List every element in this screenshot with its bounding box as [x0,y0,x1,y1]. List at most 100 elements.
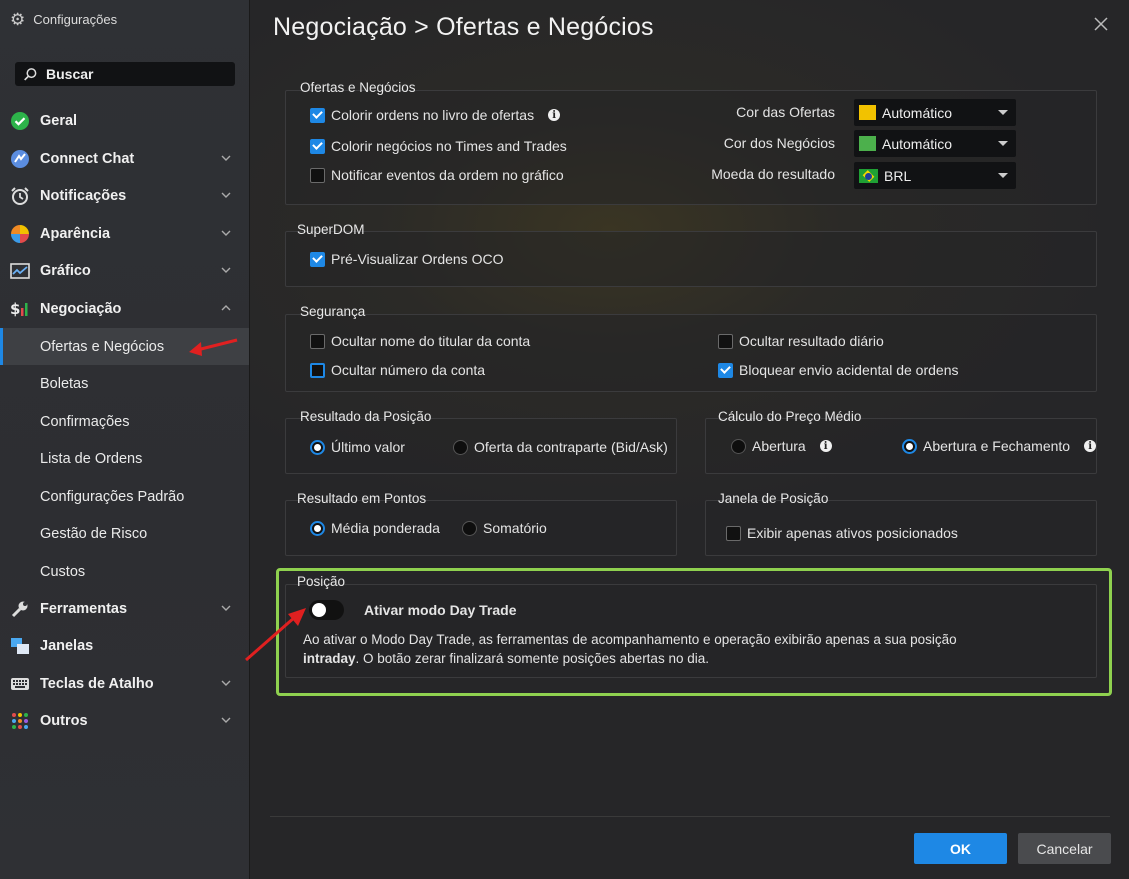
checkbox-label: Pré-Visualizar Ordens OCO [331,251,504,267]
select-value: Automático [882,135,953,152]
sidebar-subitem-gestao-risco[interactable]: Gestão de Risco [0,515,249,552]
cancel-button[interactable]: Cancelar [1018,833,1111,864]
sidebar-item-ferramentas[interactable]: Ferramentas [0,590,249,627]
chevron-down-icon [221,155,231,161]
dollar-bars-icon: $ [10,299,30,319]
checkbox-ocultar-resultado[interactable]: Ocultar resultado diário [718,333,884,349]
radio-ultimo-valor[interactable]: Último valor [310,439,405,455]
radio-abertura[interactable]: Abertura i [731,438,832,454]
checkbox-bloquear-envio[interactable]: Bloquear envio acidental de ordens [718,362,959,378]
chevron-down-icon [221,230,231,236]
sidebar-subitem-custos[interactable]: Custos [0,553,249,590]
radio-somatorio[interactable]: Somatório [462,520,547,536]
field-label: Moeda do resultado [711,166,835,182]
sidebar-item-geral[interactable]: Geral [0,102,249,139]
chevron-down-icon [221,717,231,723]
sidebar-subitem-boletas[interactable]: Boletas [0,365,249,402]
sidebar-item-grafico[interactable]: Gráfico [0,252,249,289]
search-input[interactable]: Buscar [15,62,235,86]
sidebar-item-teclas-atalho[interactable]: Teclas de Atalho [0,665,249,702]
group-seguranca [285,314,1097,392]
close-icon[interactable] [1093,16,1109,32]
brazil-flag-icon [859,168,878,183]
radio-label: Abertura e Fechamento [923,438,1071,454]
radio[interactable] [731,438,746,454]
checkbox-colorir-negocios[interactable]: Colorir negócios no Times and Trades [310,138,567,154]
checkbox[interactable] [718,362,733,378]
subitem-label: Confirmações [40,413,130,430]
sidebar-item-label: Gráfico [40,262,91,279]
checkbox-label: Colorir negócios no Times and Trades [331,138,567,154]
wrench-icon [10,599,30,619]
checkbox[interactable] [310,251,325,267]
chevron-down-icon [221,267,231,273]
ok-button[interactable]: OK [914,833,1007,864]
radio[interactable] [310,520,325,536]
group-title: Janela de Posição [718,491,829,506]
group-title: Resultado da Posição [300,409,432,424]
group-title: Segurança [300,304,366,319]
checkbox[interactable] [310,107,325,123]
grid-dots-icon [10,711,30,731]
info-icon[interactable]: i [819,440,832,452]
checkbox[interactable] [310,333,325,349]
toggle-day-trade[interactable] [309,600,344,620]
checkbox[interactable] [310,167,325,183]
dropdown-arrow-icon [998,141,1008,146]
field-label: Cor das Ofertas [736,104,835,120]
group-title: Resultado em Pontos [297,491,427,506]
sidebar-item-negociacao[interactable]: $ Negociação [0,290,249,327]
checkbox-label: Notificar eventos da ordem no gráfico [331,167,564,183]
info-icon[interactable]: i [548,109,561,121]
checkbox-ocultar-numero[interactable]: Ocultar número da conta [310,362,485,378]
radio-oferta-contraparte[interactable]: Oferta da contraparte (Bid/Ask) [453,439,668,455]
checkbox-label: Bloquear envio acidental de ordens [739,362,959,378]
radio[interactable] [453,439,468,455]
sidebar-item-aparencia[interactable]: Aparência [0,215,249,252]
checkbox-notificar-eventos[interactable]: Notificar eventos da ordem no gráfico [310,167,564,183]
chevron-down-icon [221,605,231,611]
radio-abertura-fechamento[interactable]: Abertura e Fechamento i [902,438,1097,454]
posicao-description: Ao ativar o Modo Day Trade, as ferrament… [303,630,1093,668]
info-icon[interactable]: i [1084,440,1097,452]
radio-label: Média ponderada [331,520,440,536]
select-cor-ofertas[interactable]: Automático [854,99,1016,126]
select-moeda-resultado[interactable]: BRL [854,162,1016,189]
radio-media-ponderada[interactable]: Média ponderada [310,520,440,536]
sidebar-item-notificacoes[interactable]: Notificações [0,177,249,214]
checkbox[interactable] [718,333,733,349]
checkbox[interactable] [726,525,741,541]
sidebar-subitem-lista-ordens[interactable]: Lista de Ordens [0,440,249,477]
radio[interactable] [902,438,917,454]
checkbox-exibir-posicionados[interactable]: Exibir apenas ativos posicionados [726,525,958,541]
window-header: ⚙ Configurações [10,11,117,28]
checkbox-label: Exibir apenas ativos posicionados [747,525,958,541]
search-placeholder: Buscar [46,66,94,82]
footer-divider [270,816,1110,817]
group-title: Cálculo do Preço Médio [718,409,862,424]
dropdown-arrow-icon [998,110,1008,115]
field-label: Cor dos Negócios [723,135,835,151]
radio[interactable] [310,439,325,455]
sidebar-item-outros[interactable]: Outros [0,702,249,739]
checkbox-label: Colorir ordens no livro de ofertas [331,107,535,123]
description-text: Ao ativar o Modo Day Trade, as ferrament… [303,632,957,647]
checkbox-label: Ocultar nome do titular da conta [331,333,531,349]
checkbox[interactable] [310,362,325,378]
checkbox-ocultar-nome[interactable]: Ocultar nome do titular da conta [310,333,530,349]
sidebar-item-janelas[interactable]: Janelas [0,627,249,664]
checkbox[interactable] [310,138,325,154]
checkbox-colorir-ordens[interactable]: Colorir ordens no livro de ofertas i [310,107,561,123]
radio[interactable] [462,520,477,536]
sidebar-subitem-confirmacoes[interactable]: Confirmações [0,403,249,440]
sidebar-item-label: Outros [40,712,88,729]
chart-icon [10,261,30,281]
subitem-label: Custos [40,563,86,580]
dropdown-arrow-icon [998,173,1008,178]
sidebar-item-connect-chat[interactable]: Connect Chat [0,140,249,177]
sidebar-subitem-configuracoes-padrao[interactable]: Configurações Padrão [0,478,249,515]
checkbox-pre-visualizar-oco[interactable]: Pré-Visualizar Ordens OCO [310,251,503,267]
select-cor-negocios[interactable]: Automático [854,130,1016,157]
subitem-label: Lista de Ordens [40,450,143,467]
sidebar-subitem-ofertas-negocios[interactable]: Ofertas e Negócios [0,328,249,365]
